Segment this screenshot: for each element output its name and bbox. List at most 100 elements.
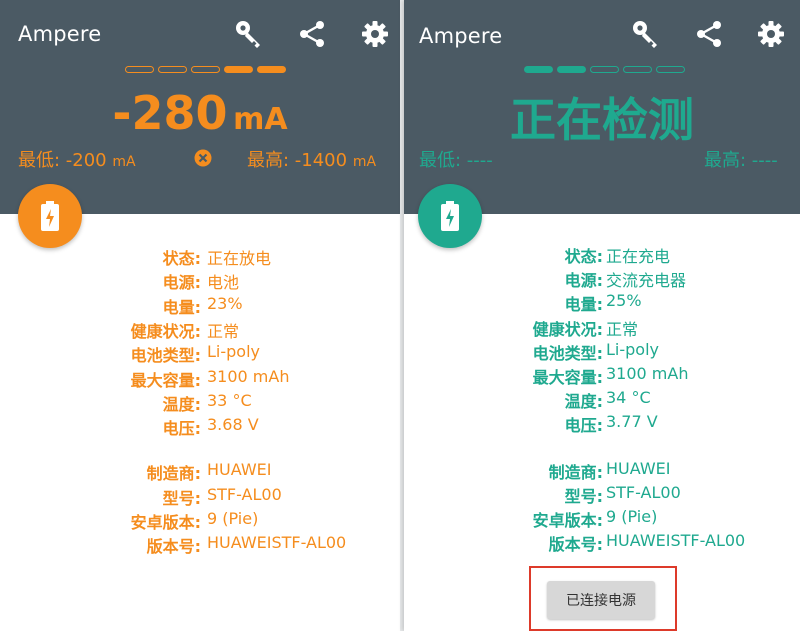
level-dash xyxy=(257,66,286,73)
info-row: 电池类型: Li-poly xyxy=(404,340,800,364)
info-row: 健康状况: 正常 xyxy=(404,316,800,340)
max-label: 最高: -1400 xyxy=(247,150,348,171)
info-label: 状态: xyxy=(564,247,603,266)
info-value: Li-poly xyxy=(207,342,260,362)
max-reading: 最高: ---- xyxy=(704,150,778,171)
info-row: 状态: 正在充电 xyxy=(404,243,800,267)
info-value: STF-AL00 xyxy=(207,484,282,504)
info-label: 最大容量: xyxy=(532,368,603,387)
info-value: 9 (Pie) xyxy=(207,509,259,528)
info-value: Li-poly xyxy=(606,339,659,359)
level-dash xyxy=(125,66,154,73)
share-icon[interactable] xyxy=(693,18,725,50)
key-icon[interactable] xyxy=(630,18,662,50)
info-label: 健康状况: xyxy=(532,319,603,339)
min-reading: 最低: ---- xyxy=(419,150,493,171)
info-label: 版本号: xyxy=(548,535,603,555)
info-row: 版本号: HUAWEISTF-AL00 xyxy=(404,531,800,555)
info-label: 制造商: xyxy=(548,462,603,482)
app-header: Ampere -280 mA 最低: -200 mA 最高: -1400 mA xyxy=(0,0,400,214)
info-row: 状态: 正在放电 xyxy=(0,245,400,269)
app-header: Ampere 正在检测 最低: ---- 最高: ---- xyxy=(404,0,800,214)
level-dash xyxy=(590,66,619,73)
screen-discharging: Ampere -280 mA 最低: -200 mA 最高: -1400 mA xyxy=(0,0,400,631)
current-value: -280 xyxy=(112,86,228,140)
min-reading: 最低: -200 mA xyxy=(18,146,136,172)
info-row: 健康状况: 正常 xyxy=(0,318,400,342)
info-label: 安卓版本: xyxy=(532,511,603,530)
info-row: 电源: 交流充电器 xyxy=(404,267,800,291)
info-value: 正在放电 xyxy=(207,249,272,268)
current-reading: -280 mA xyxy=(0,86,400,140)
info-value: 9 (Pie) xyxy=(606,507,658,526)
level-dash xyxy=(557,66,586,73)
info-row: 最大容量: 3100 mAh xyxy=(404,364,800,388)
info-value: 正常 xyxy=(606,319,639,339)
info-label: 温度: xyxy=(162,394,201,414)
info-label: 电量: xyxy=(564,295,603,315)
info-label: 状态: xyxy=(162,249,201,268)
min-label: 最低: -200 xyxy=(18,150,107,171)
info-label: 电压: xyxy=(162,419,201,439)
info-value: HUAWEISTF-AL00 xyxy=(207,533,347,553)
info-value: 交流充电器 xyxy=(606,271,687,291)
level-dash xyxy=(656,66,685,73)
level-dash xyxy=(623,66,652,73)
battery-fab-button[interactable] xyxy=(418,184,482,248)
info-label: 型号: xyxy=(564,486,603,506)
info-row: 最大容量: 3100 mAh xyxy=(0,367,400,391)
gear-icon[interactable] xyxy=(755,18,787,50)
min-unit: mA xyxy=(112,154,136,170)
info-label: 电池类型: xyxy=(130,346,201,366)
info-label: 最大容量: xyxy=(130,370,201,390)
level-indicator xyxy=(524,66,685,74)
info-row: 温度: 33 °C xyxy=(0,391,400,415)
info-label: 健康状况: xyxy=(130,321,201,341)
max-reading: 最高: -1400 mA xyxy=(247,146,376,172)
info-label: 电量: xyxy=(162,297,201,317)
info-value: HUAWEISTF-AL00 xyxy=(606,531,746,551)
max-unit: mA xyxy=(352,154,377,170)
gear-icon[interactable] xyxy=(359,18,391,50)
battery-charging-icon xyxy=(441,201,459,231)
info-value: HUAWEI xyxy=(606,458,671,478)
info-row: 安卓版本: 9 (Pie) xyxy=(0,509,400,533)
info-label: 安卓版本: xyxy=(130,513,201,532)
app-title: Ampere xyxy=(419,24,503,48)
close-circle-icon[interactable] xyxy=(194,149,212,167)
info-row: 制造商: HUAWEI xyxy=(0,460,400,484)
level-dash xyxy=(191,66,220,73)
power-connected-button[interactable]: 已连接电源 xyxy=(547,581,655,619)
info-label: 型号: xyxy=(162,488,201,508)
info-value: 23% xyxy=(207,293,243,313)
info-value: 34 °C xyxy=(606,388,651,408)
screen-charging: Ampere 正在检测 最低: ---- 最高: ---- 状态: 正在充电 电源:… xyxy=(404,0,800,631)
info-row: 电量: 23% xyxy=(0,294,400,318)
info-row: 电池类型: Li-poly xyxy=(0,342,400,366)
info-label: 电源: xyxy=(564,271,603,291)
info-row: 电量: 25% xyxy=(404,291,800,315)
info-label: 版本号: xyxy=(146,537,201,557)
level-indicator xyxy=(125,66,286,74)
info-row: 安卓版本: 9 (Pie) xyxy=(404,507,800,531)
info-value: 正在充电 xyxy=(606,247,671,266)
measuring-status: 正在检测 xyxy=(510,93,694,147)
info-value: STF-AL00 xyxy=(606,482,681,502)
share-icon[interactable] xyxy=(296,18,328,50)
info-value: HUAWEI xyxy=(207,460,272,480)
info-value: 3100 mAh xyxy=(606,364,689,383)
info-label: 电源: xyxy=(162,273,201,293)
battery-fab-button[interactable] xyxy=(18,184,82,248)
level-dash xyxy=(524,66,553,73)
info-value: 正常 xyxy=(207,321,240,341)
info-label: 电池类型: xyxy=(532,343,603,363)
info-value: 电池 xyxy=(207,273,240,293)
info-label: 制造商: xyxy=(146,464,201,484)
level-dash xyxy=(158,66,187,73)
info-row: 电源: 电池 xyxy=(0,269,400,293)
level-dash xyxy=(224,66,253,73)
info-row: 版本号: HUAWEISTF-AL00 xyxy=(0,533,400,557)
info-row: 电压: 3.68 V xyxy=(0,415,400,439)
key-icon[interactable] xyxy=(233,18,265,50)
info-value: 3.77 V xyxy=(606,412,658,432)
